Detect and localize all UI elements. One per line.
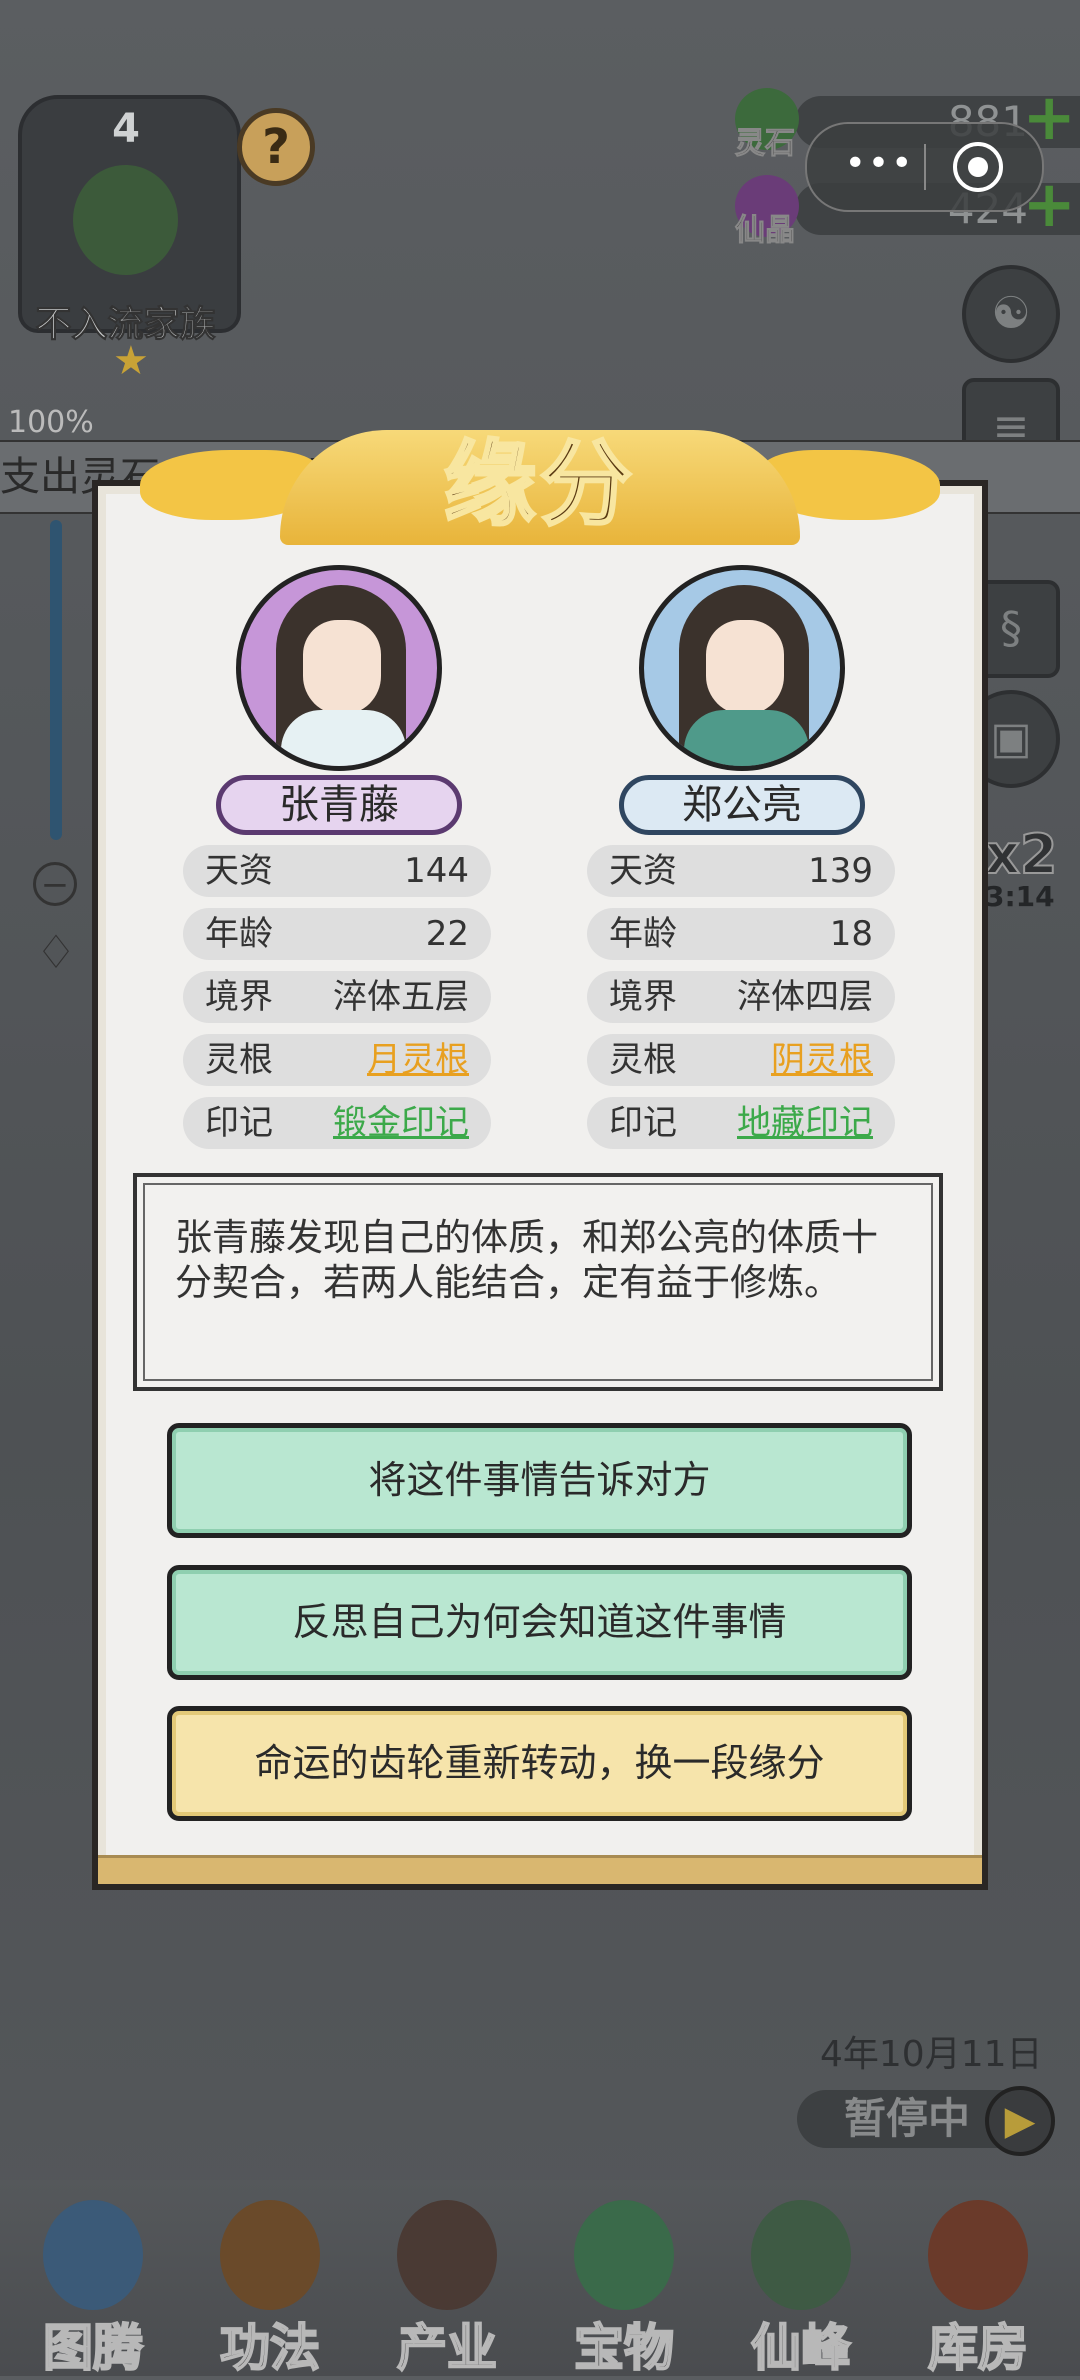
resource-label: 仙晶 — [735, 213, 796, 249]
stat-row-spirit-root: 灵根 阴灵根 — [587, 1034, 895, 1086]
totem-icon — [43, 2200, 143, 2310]
pause-status: 暂停中 — [797, 2090, 1017, 2148]
nav-item-storehouse[interactable]: 库房 — [893, 2180, 1063, 2378]
stat-row-aptitude: 天资 139 — [587, 845, 895, 897]
stat-row-realm: 境界 淬体五层 — [183, 971, 491, 1023]
dialog-title: 缘分 — [442, 430, 636, 540]
nav-item-industry[interactable]: 产业 — [362, 2180, 532, 2378]
nav-label: 库房 — [927, 2318, 1029, 2378]
character-left[interactable]: 张青藤 — [216, 565, 462, 835]
pause-control[interactable]: 暂停中 ▶ — [797, 2086, 1067, 2156]
zoom-out-button[interactable]: − — [33, 862, 77, 906]
stat-value: 淬体五层 — [333, 977, 469, 1017]
stat-value: 18 — [829, 914, 873, 954]
stat-row-age: 年龄 18 — [587, 908, 895, 960]
character-name: 郑公亮 — [619, 775, 865, 835]
nav-label: 产业 — [396, 2318, 498, 2378]
speed-multiplier[interactable]: x2 — [984, 822, 1058, 887]
nav-label: 图腾 — [42, 2318, 144, 2378]
star-icon: ★ — [113, 338, 149, 384]
more-menu-icon[interactable]: ••• — [837, 146, 922, 185]
resource-label: 灵石 — [735, 126, 796, 162]
portrait-robe — [281, 710, 406, 766]
progress-percent: 100% — [8, 405, 94, 440]
event-description-box: 张青藤发现自己的体质，和郑公亮的体质十分契合，若两人能结合，定有益于修炼。 — [133, 1173, 943, 1391]
stat-row-realm: 境界 淬体四层 — [587, 971, 895, 1023]
zoom-slider[interactable] — [50, 520, 62, 840]
game-date: 4年10月11日 — [820, 2034, 1043, 2075]
character-name: 张青藤 — [216, 775, 462, 835]
stat-row-mark: 印记 锻金印记 — [183, 1097, 491, 1149]
nav-item-skills[interactable]: 功法 — [185, 2180, 355, 2378]
stat-row-aptitude: 天资 144 — [183, 845, 491, 897]
stat-key: 年龄 — [205, 914, 273, 954]
stat-value: 144 — [404, 851, 469, 891]
stat-key: 印记 — [205, 1103, 273, 1143]
close-miniprogram-icon[interactable] — [953, 142, 1003, 192]
stat-key: 天资 — [205, 851, 273, 891]
nav-item-treasure[interactable]: 宝物 — [539, 2180, 709, 2378]
nav-label: 功法 — [219, 2318, 321, 2378]
nav-label: 宝物 — [573, 2318, 675, 2378]
industry-icon — [397, 2200, 497, 2310]
stat-row-spirit-root: 灵根 月灵根 — [183, 1034, 491, 1086]
stats-right: 天资 139 年龄 18 境界 淬体四层 灵根 阴灵根 印记 地藏印记 — [587, 845, 895, 1160]
stat-value: 139 — [808, 851, 873, 891]
stat-row-age: 年龄 22 — [183, 908, 491, 960]
treasure-icon — [574, 2200, 674, 2310]
portrait-face — [706, 620, 784, 715]
location-icon[interactable]: ♢ — [28, 925, 84, 985]
nav-label: 仙峰 — [750, 2318, 852, 2378]
storehouse-icon — [928, 2200, 1028, 2310]
portrait-robe — [684, 710, 809, 766]
mark-link[interactable]: 地藏印记 — [737, 1097, 873, 1149]
stat-value: 淬体四层 — [737, 977, 873, 1017]
stat-key: 年龄 — [609, 914, 677, 954]
stat-value: 22 — [425, 914, 469, 954]
miniprogram-capsule: ••• — [805, 122, 1044, 212]
spirit-root-link[interactable]: 阴灵根 — [771, 1034, 873, 1086]
dialog-title-banner: 缘分 — [140, 400, 940, 550]
family-badge[interactable]: 4 不入流家族 ★ — [18, 95, 241, 384]
avatar-portrait — [639, 565, 845, 771]
character-right[interactable]: 郑公亮 — [619, 565, 865, 835]
settings-gear-icon[interactable]: ☯ — [962, 265, 1060, 363]
nav-item-totem[interactable]: 图腾 — [8, 2180, 178, 2378]
spirit-root-link[interactable]: 月灵根 — [367, 1034, 469, 1086]
reroll-fate-button[interactable]: 命运的齿轮重新转动，换一段缘分 — [167, 1706, 912, 1821]
stat-key: 印记 — [609, 1103, 677, 1143]
family-level: 4 — [112, 106, 140, 152]
capsule-divider — [924, 144, 926, 190]
tree-icon — [73, 165, 178, 275]
portrait-face — [303, 620, 381, 715]
stat-key: 境界 — [205, 977, 273, 1017]
stats-left: 天资 144 年龄 22 境界 淬体五层 灵根 月灵根 印记 锻金印记 — [183, 845, 491, 1160]
tell-other-button[interactable]: 将这件事情告诉对方 — [167, 1423, 912, 1538]
bottom-nav: 图腾 功法 产业 宝物 仙峰 库房 — [0, 2180, 1080, 2378]
avatar-portrait — [236, 565, 442, 771]
dialog-bottom-trim — [98, 1855, 982, 1884]
play-icon[interactable]: ▶ — [985, 2086, 1055, 2156]
mark-link[interactable]: 锻金印记 — [333, 1097, 469, 1149]
stat-key: 天资 — [609, 851, 677, 891]
help-icon[interactable]: ? — [237, 108, 315, 186]
stat-key: 灵根 — [205, 1040, 273, 1080]
stat-key: 境界 — [609, 977, 677, 1017]
nav-item-peak[interactable]: 仙峰 — [716, 2180, 886, 2378]
stat-key: 灵根 — [609, 1040, 677, 1080]
event-description: 张青藤发现自己的体质，和郑公亮的体质十分契合，若两人能结合，定有益于修炼。 — [175, 1216, 878, 1304]
speed-timer: 3:14 — [985, 880, 1055, 913]
skills-icon — [220, 2200, 320, 2310]
peak-icon — [751, 2200, 851, 2310]
stat-row-mark: 印记 地藏印记 — [587, 1097, 895, 1149]
reflect-button[interactable]: 反思自己为何会知道这件事情 — [167, 1565, 912, 1680]
